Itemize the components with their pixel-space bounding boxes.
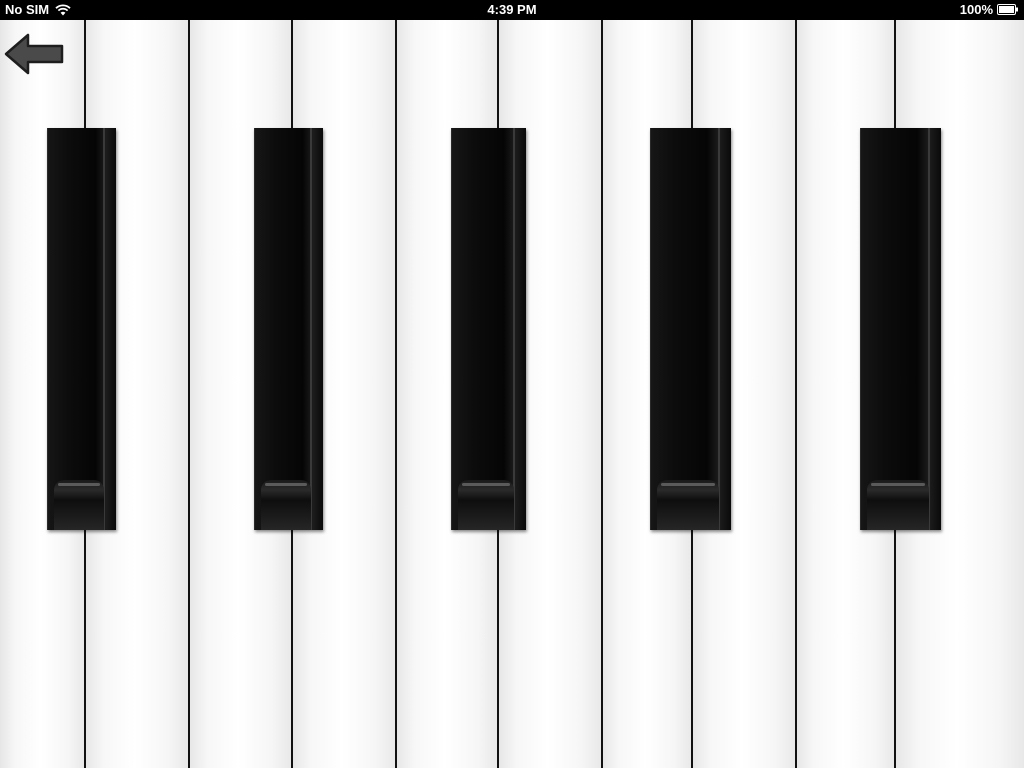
key-tip	[867, 480, 929, 530]
key-tip	[54, 480, 104, 530]
black-key-4[interactable]	[650, 128, 731, 530]
key-tip	[657, 480, 719, 530]
status-bar: No SIM 4:39 PM 100%	[0, 0, 1024, 20]
battery-group: 100%	[960, 2, 1019, 17]
piano-keyboard	[0, 20, 1024, 768]
key-highlight	[928, 128, 930, 530]
key-highlight	[718, 128, 720, 530]
key-highlight	[310, 128, 312, 530]
back-arrow-icon	[4, 33, 64, 75]
key-tip	[458, 480, 514, 530]
key-highlight	[103, 128, 105, 530]
black-key-5[interactable]	[860, 128, 941, 530]
battery-percentage: 100%	[959, 2, 993, 17]
status-time: 4:39 PM	[487, 2, 537, 17]
key-highlight	[513, 128, 515, 530]
black-key-1[interactable]	[47, 128, 116, 530]
black-key-2[interactable]	[254, 128, 323, 530]
black-key-3[interactable]	[451, 128, 526, 530]
key-tip	[261, 480, 311, 530]
back-button[interactable]	[4, 33, 64, 75]
battery-icon	[997, 4, 1018, 15]
